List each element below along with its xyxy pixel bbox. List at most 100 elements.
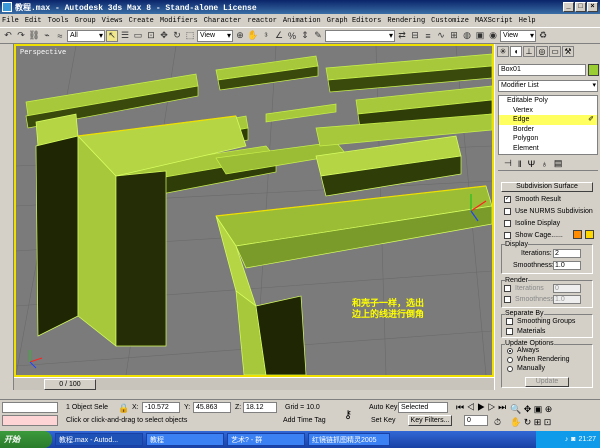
menu-rendering[interactable]: Rendering (387, 17, 425, 25)
hierarchy-tab-icon[interactable]: ⊥ (523, 46, 535, 57)
menu-group[interactable]: Group (75, 17, 96, 25)
viewport-nav-controls-2[interactable]: ✋ ↻ ⊞ ⊡ (510, 417, 551, 428)
menu-views[interactable]: Views (102, 17, 123, 25)
undo-icon[interactable]: ↶ (2, 30, 14, 42)
stack-item-edge[interactable]: Edge ✐ (499, 115, 597, 125)
select-object-icon[interactable]: ↖ (106, 29, 118, 42)
menu-reactor[interactable]: reactor (248, 17, 277, 25)
reference-coord-dropdown[interactable]: View (197, 29, 233, 42)
angle-snap-icon[interactable]: ∠ (273, 30, 285, 42)
spinner-snap-icon[interactable]: ⇕ (299, 30, 311, 42)
menu-help[interactable]: Help (519, 17, 536, 25)
maxscript-listener-output[interactable] (2, 415, 58, 426)
pin-stack-icon[interactable]: ⊣ (504, 158, 512, 169)
materials-checkbox[interactable] (506, 328, 513, 335)
link-icon[interactable]: ⛓ (28, 30, 40, 42)
menu-maxscript[interactable]: MAXScript (475, 17, 513, 25)
z-coordinate-field[interactable]: 18.12 (243, 402, 277, 413)
close-button[interactable]: × (587, 2, 598, 12)
rectangle-selection-icon[interactable]: ▭ (132, 30, 144, 42)
named-selection-sets[interactable] (325, 29, 395, 42)
network-icon[interactable]: ◙ (571, 436, 575, 443)
smoothing-groups-checkbox[interactable] (506, 318, 513, 325)
configure-sets-icon[interactable]: ▤ (554, 158, 563, 169)
task-3dsmax[interactable]: 教程.max - Autod... (55, 433, 143, 446)
x-coordinate-field[interactable]: -10.572 (142, 402, 180, 413)
unlink-icon[interactable]: ⌁ (41, 30, 53, 42)
named-selection-icon[interactable]: ✎ (312, 30, 324, 42)
object-name-field[interactable]: Box01 (498, 64, 586, 76)
time-config-icon[interactable]: ⏱ (494, 417, 501, 428)
select-rotate-icon[interactable]: ↻ (171, 30, 183, 42)
render-type-dropdown[interactable]: View (500, 29, 536, 42)
show-cage-checkbox[interactable] (504, 232, 511, 239)
render-smoothness-checkbox[interactable] (504, 296, 511, 303)
task-chat[interactable]: 艺术? - 群 (227, 433, 305, 446)
select-move-icon[interactable]: ✥ (158, 30, 170, 42)
y-coordinate-field[interactable]: 45.863 (193, 402, 231, 413)
use-nurms-checkbox[interactable] (504, 208, 511, 215)
object-color-swatch[interactable] (588, 64, 599, 76)
modify-tab-icon[interactable]: ◖ (510, 46, 522, 57)
menu-character[interactable]: Character (204, 17, 242, 25)
lock-selection-icon[interactable]: 🔒 (118, 403, 129, 414)
always-radio[interactable] (507, 348, 513, 354)
select-by-name-icon[interactable]: ☰ (119, 30, 131, 42)
motion-tab-icon[interactable]: ◎ (536, 46, 548, 57)
maximize-button[interactable]: □ (575, 2, 586, 12)
material-editor-icon[interactable]: ◍ (461, 30, 473, 42)
start-button[interactable]: 开始 (0, 431, 52, 448)
align-icon[interactable]: ⊟ (409, 30, 421, 42)
selection-filter-dropdown[interactable]: All (67, 29, 105, 42)
redo-icon[interactable]: ↷ (15, 30, 27, 42)
menu-graph-editors[interactable]: Graph Editors (327, 17, 382, 25)
time-slider[interactable]: 0 / 100 (14, 377, 494, 390)
menu-edit[interactable]: Edit (25, 17, 42, 25)
minimize-button[interactable]: _ (563, 2, 574, 12)
track-bar[interactable] (0, 390, 600, 400)
schematic-view-icon[interactable]: ⊞ (448, 30, 460, 42)
menu-animation[interactable]: Animation (283, 17, 321, 25)
create-tab-icon[interactable]: ✳ (497, 46, 509, 57)
render-smoothness-spinner[interactable]: 1.0 (553, 295, 581, 304)
select-manipulate-icon[interactable]: ✋ (247, 30, 259, 42)
remove-modifier-icon[interactable]: ♁ (541, 159, 548, 169)
make-unique-icon[interactable]: Ψ (528, 159, 536, 169)
update-button[interactable]: Update (525, 377, 569, 387)
time-slider-knob[interactable]: 0 / 100 (44, 379, 96, 390)
window-crossing-icon[interactable]: ⊡ (145, 30, 157, 42)
maxscript-listener[interactable] (2, 402, 58, 413)
volume-icon[interactable]: ♪ (565, 436, 569, 443)
quick-render-icon[interactable]: ◉ (487, 30, 499, 42)
current-frame-field[interactable]: 0 (464, 415, 488, 426)
render-last-icon[interactable]: ♻ (537, 30, 549, 42)
stack-item-vertex[interactable]: Vertex (499, 106, 597, 116)
manually-radio[interactable] (507, 366, 513, 372)
layer-manager-icon[interactable]: ≡ (422, 30, 434, 42)
bind-space-warp-icon[interactable]: ≈ (54, 30, 66, 42)
task-folder[interactable]: 教程 (146, 433, 224, 446)
stack-item-element[interactable]: Element (499, 144, 597, 154)
isoline-display-checkbox[interactable] (504, 220, 511, 227)
cage-color-1-swatch[interactable] (573, 230, 582, 239)
key-icon[interactable]: ⚷ (344, 408, 352, 421)
auto-key-button[interactable]: Auto Key (369, 404, 397, 411)
render-iterations-checkbox[interactable] (504, 285, 511, 292)
iterations-spinner[interactable]: 2 (553, 249, 581, 258)
select-scale-icon[interactable]: ⬚ (184, 30, 196, 42)
subdivision-surface-rollout[interactable]: Subdivision Surface (501, 182, 593, 192)
cage-color-2-swatch[interactable] (585, 230, 594, 239)
smooth-result-checkbox[interactable]: ✓ (504, 196, 511, 203)
stack-item-border[interactable]: Border (499, 125, 597, 135)
playback-controls[interactable]: ⏮ ◁ ▶ ▷ ⏭ (456, 402, 506, 413)
curve-editor-icon[interactable]: ∿ (435, 30, 447, 42)
show-end-result-icon[interactable]: ‖ (518, 159, 522, 169)
render-scene-icon[interactable]: ▣ (474, 30, 486, 42)
modifier-list-dropdown[interactable]: Modifier List (498, 80, 598, 92)
render-iterations-spinner[interactable]: 0 (553, 284, 581, 293)
viewport-label[interactable]: Perspective (20, 49, 66, 57)
mirror-icon[interactable]: ⇄ (396, 30, 408, 42)
menu-tools[interactable]: Tools (48, 17, 69, 25)
percent-snap-icon[interactable]: % (286, 30, 298, 42)
clock[interactable]: 21:27 (578, 436, 596, 443)
